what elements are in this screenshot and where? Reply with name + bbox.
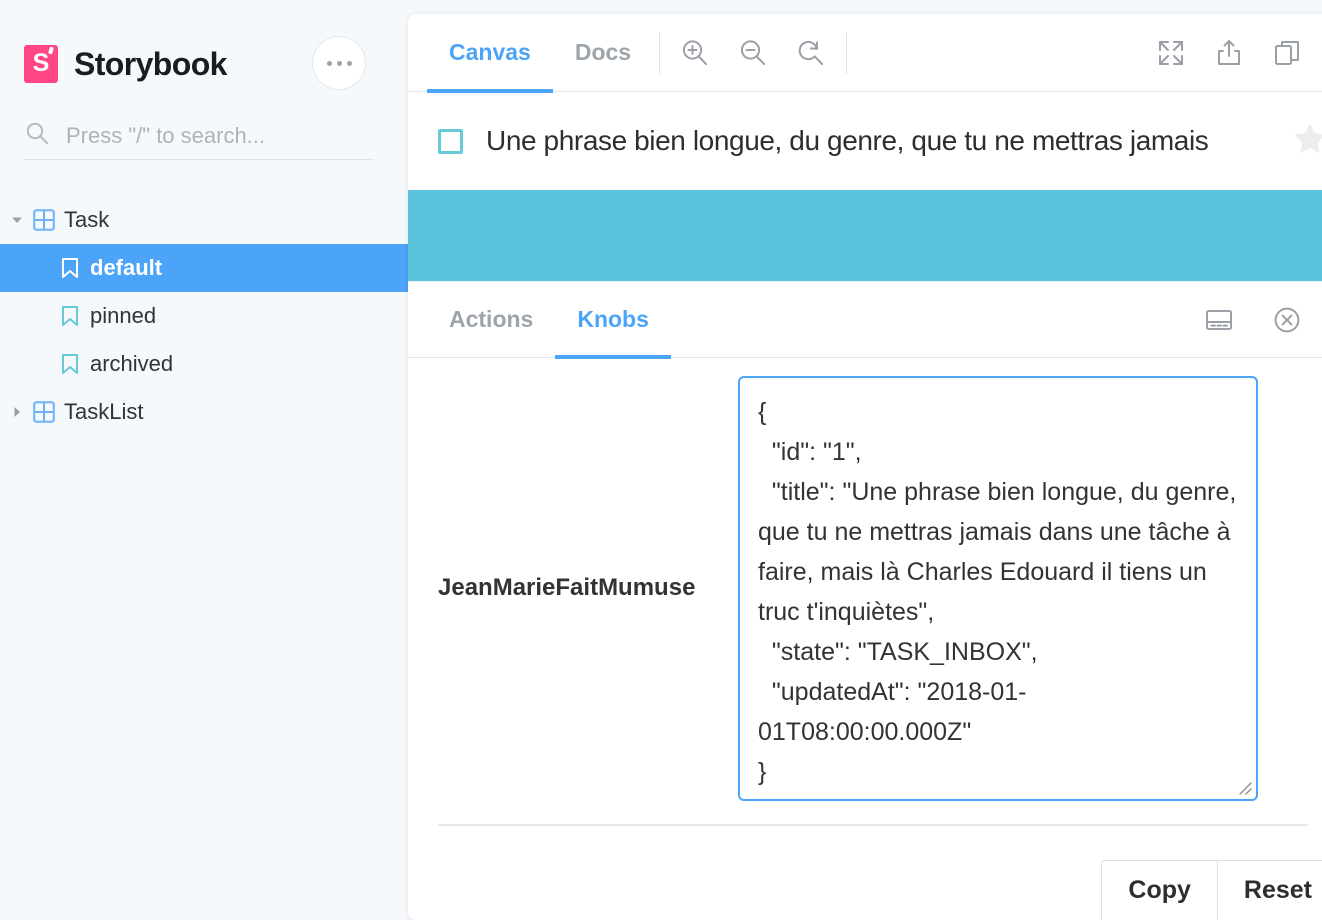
knob-json-textarea[interactable]: { "id": "1", "title": "Une phrase bien l… — [738, 376, 1258, 801]
search-input[interactable] — [66, 123, 356, 149]
search-bar[interactable] — [24, 112, 374, 160]
story-bookmark-icon — [54, 353, 86, 375]
story-bookmark-icon — [54, 257, 86, 279]
sidebar: S Storybook — [0, 0, 408, 920]
ellipsis-dot-icon — [327, 61, 332, 66]
ellipsis-dot-icon — [337, 61, 342, 66]
tree-item-tasklist[interactable]: TaskList — [0, 388, 408, 436]
tab-canvas-label: Canvas — [449, 39, 531, 66]
storybook-logo-icon: S — [24, 45, 58, 83]
logo-tick — [48, 47, 54, 55]
fullscreen-icon[interactable] — [1142, 24, 1200, 82]
story-tree: Task default pinned — [0, 196, 408, 436]
sidebar-menu-button[interactable] — [312, 36, 366, 90]
tab-docs-label: Docs — [575, 39, 631, 66]
tab-knobs[interactable]: Knobs — [555, 282, 671, 358]
tab-actions[interactable]: Actions — [427, 282, 555, 358]
task-item: Une phrase bien longue, du genre, que tu… — [408, 92, 1322, 190]
task-star-icon[interactable] — [1290, 119, 1322, 164]
tree-item-pinned[interactable]: pinned — [0, 292, 408, 340]
addon-tab-bar-right — [1190, 291, 1322, 349]
canvas-toolbar: Canvas Docs — [408, 14, 1322, 92]
component-icon — [28, 209, 60, 231]
tree-item-label: Task — [64, 207, 109, 233]
preview-teal-band — [408, 190, 1322, 281]
tree-item-label: TaskList — [64, 399, 143, 425]
tab-knobs-label: Knobs — [577, 306, 649, 333]
ellipsis-dot-icon — [347, 61, 352, 66]
open-in-new-tab-icon[interactable] — [1200, 24, 1258, 82]
addon-panel: Actions Knobs — [408, 281, 1322, 826]
storybook-app: S Storybook — [0, 0, 1322, 920]
story-preview: Une phrase bien longue, du genre, que tu… — [408, 92, 1322, 281]
copy-link-icon[interactable] — [1258, 24, 1316, 82]
panel-position-icon[interactable] — [1190, 291, 1248, 349]
chevron-right-icon[interactable] — [6, 405, 28, 419]
zoom-in-icon[interactable] — [666, 24, 724, 82]
tree-item-label: default — [90, 255, 162, 281]
main-panel: Canvas Docs — [408, 14, 1322, 920]
copy-button[interactable]: Copy — [1101, 860, 1217, 920]
tree-item-default[interactable]: default — [0, 244, 408, 292]
story-bookmark-icon — [54, 305, 86, 327]
tab-docs[interactable]: Docs — [553, 14, 653, 92]
knobs-divider — [438, 824, 1308, 826]
knobs-body: JeanMarieFaitMumuse { "id": "1", "title"… — [408, 358, 1322, 826]
zoom-out-icon[interactable] — [724, 24, 782, 82]
close-panel-icon[interactable] — [1258, 291, 1316, 349]
task-checkbox[interactable] — [438, 129, 463, 154]
task-title: Une phrase bien longue, du genre, que tu… — [486, 125, 1208, 157]
knob-object-editor: { "id": "1", "title": "Une phrase bien l… — [738, 376, 1258, 806]
zoom-reset-icon[interactable] — [782, 24, 840, 82]
knob-name-label: JeanMarieFaitMumuse — [438, 376, 738, 602]
addon-tab-bar: Actions Knobs — [408, 282, 1322, 358]
search-icon — [24, 120, 50, 151]
reset-button[interactable]: Reset — [1217, 860, 1322, 920]
chevron-down-icon[interactable] — [6, 213, 28, 227]
tree-item-label: archived — [90, 351, 173, 377]
tree-item-label: pinned — [90, 303, 156, 329]
tab-actions-label: Actions — [449, 306, 533, 333]
tree-item-archived[interactable]: archived — [0, 340, 408, 388]
toolbar-divider — [846, 32, 847, 74]
logo-letter: S — [33, 51, 50, 76]
component-icon — [28, 401, 60, 423]
toolbar-divider — [659, 32, 660, 74]
brand-title: Storybook — [74, 46, 227, 83]
knob-row: JeanMarieFaitMumuse { "id": "1", "title"… — [408, 376, 1322, 806]
tree-item-task[interactable]: Task — [0, 196, 408, 244]
knobs-footer: Copy Reset — [1101, 860, 1322, 920]
tab-canvas[interactable]: Canvas — [427, 14, 553, 92]
canvas-toolbar-right — [1142, 24, 1322, 82]
